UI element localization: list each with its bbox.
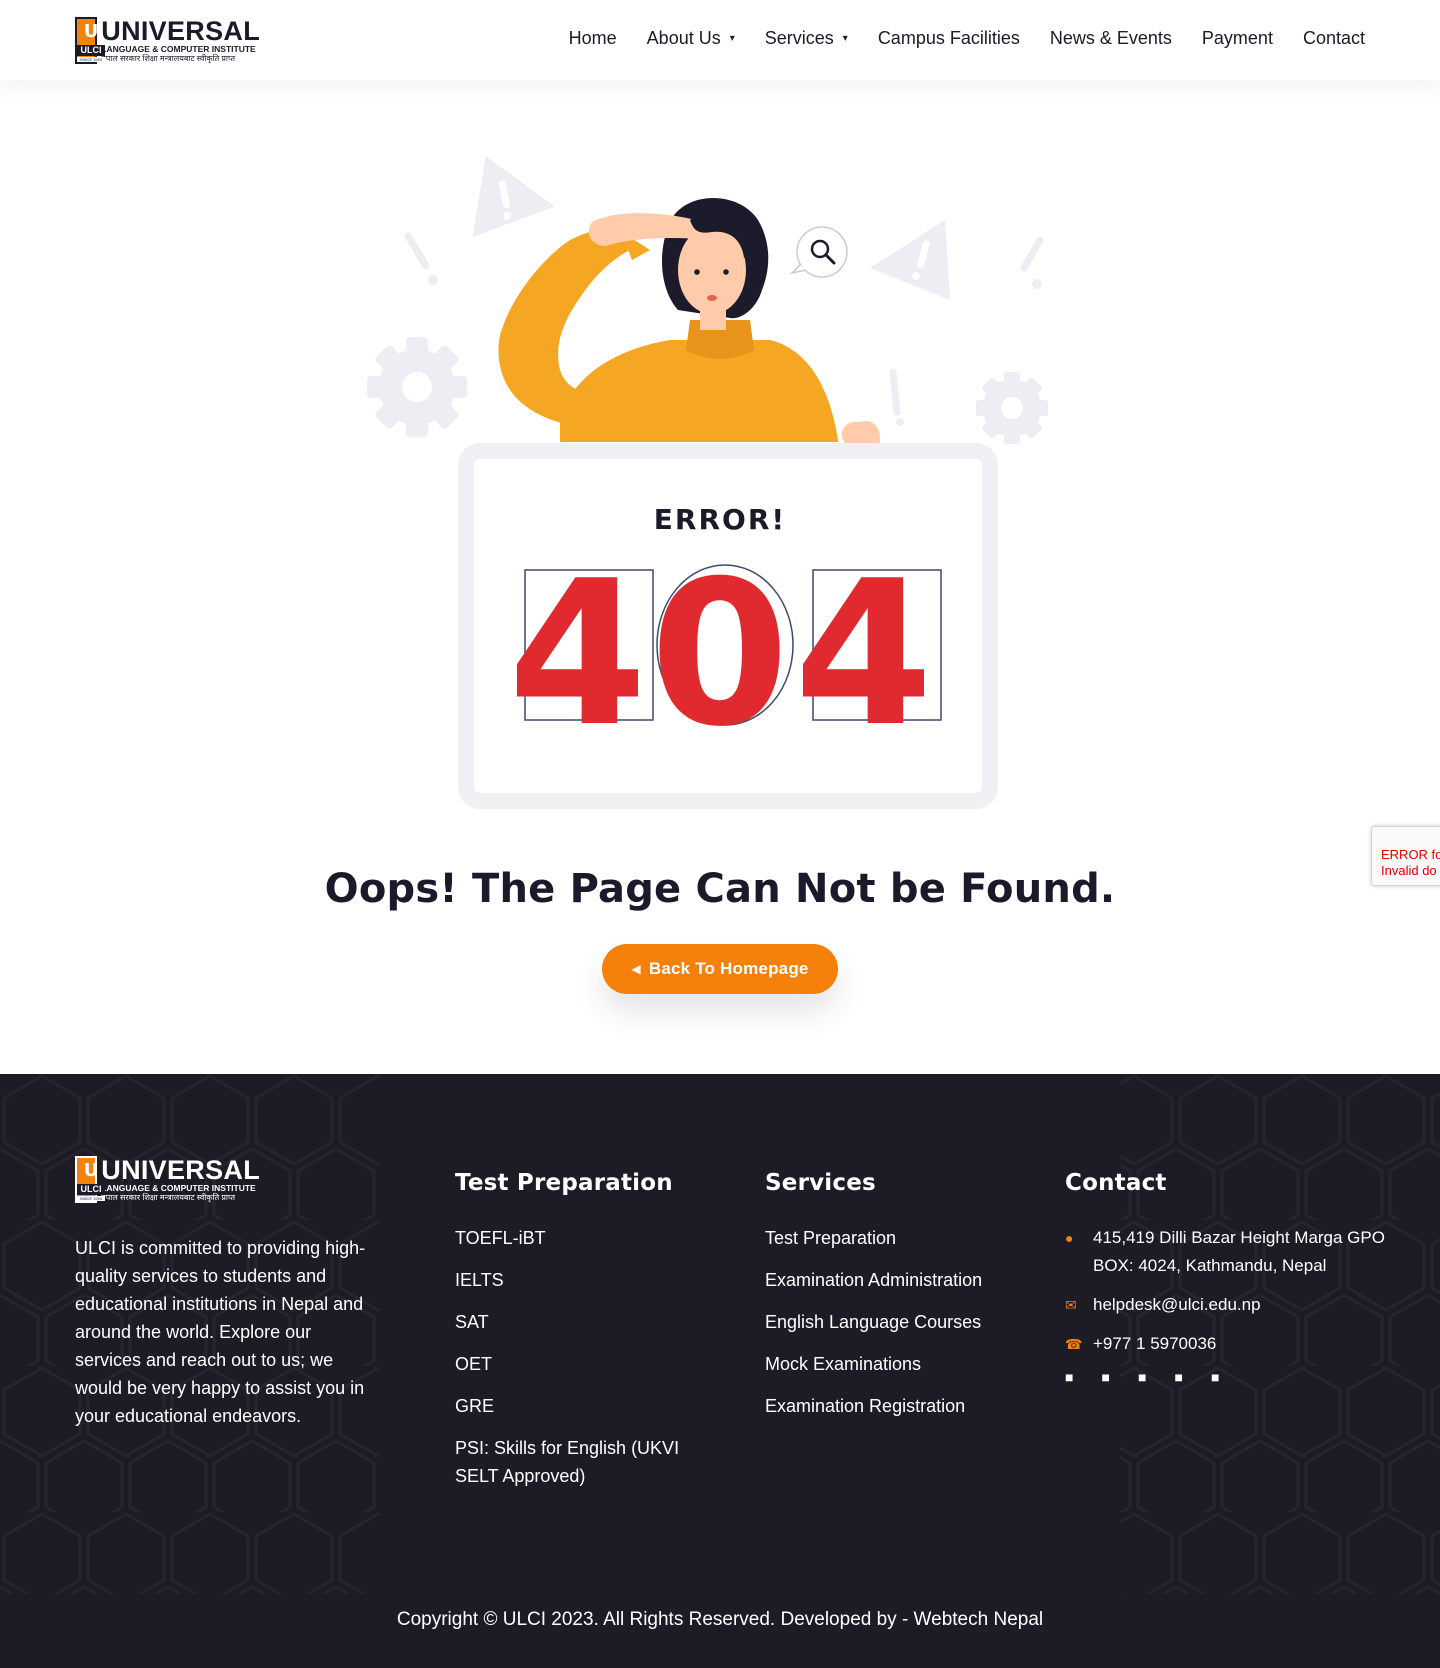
search-icon xyxy=(789,226,848,278)
logo-since: SINCE 1994 xyxy=(77,57,105,62)
contact-email-text[interactable]: helpdesk@ulci.edu.np xyxy=(1093,1291,1261,1319)
nav-label: Home xyxy=(568,28,617,48)
footer-link-examination-registration[interactable]: Examination Registration xyxy=(765,1392,1025,1420)
twitter-icon[interactable]: ■ xyxy=(1102,1369,1139,1385)
map-pin-icon: ● xyxy=(1065,1230,1074,1246)
recaptcha-error-line: ERROR fo xyxy=(1381,847,1440,862)
page-title: Oops! The Page Can Not be Found. xyxy=(324,866,1116,912)
contact-phone[interactable]: ☎ +977 1 5970036 xyxy=(1065,1330,1385,1358)
footer-column-title: Test Preparation xyxy=(455,1170,673,1196)
nav-campus-facilities[interactable]: Campus Facilities xyxy=(878,28,1020,49)
nav-services[interactable]: Services ▾ xyxy=(765,28,848,49)
nav-news-events[interactable]: News & Events xyxy=(1050,28,1172,49)
logo-badge-text: ULCI xyxy=(77,1184,105,1195)
site-header: U ULCI SINCE 1994 UNIVERSAL LANGUAGE & C… xyxy=(0,0,1440,80)
footer-about-text: ULCI is committed to providing high-qual… xyxy=(75,1238,366,1426)
nav-payment[interactable]: Payment xyxy=(1202,28,1273,49)
recaptcha-widget[interactable]: ERROR fo Invalid do xyxy=(1371,826,1440,886)
main-nav: Home About Us ▾ Services ▾ Campus Faciliti… xyxy=(539,28,1365,49)
phone-icon: ☎ xyxy=(1065,1336,1083,1352)
facebook-icon[interactable]: ■ xyxy=(1065,1369,1102,1385)
chevron-down-icon: ▾ xyxy=(729,33,735,44)
contact-address-text: 415,419 Dilli Bazar Height Marga GPO BOX… xyxy=(1093,1228,1385,1275)
contact-phone-text[interactable]: +977 1 5970036 xyxy=(1093,1330,1216,1358)
logo-badge: U ULCI SINCE 1994 xyxy=(75,1156,105,1203)
site-footer: U ULCI SINCE 1994 UNIVERSAL LANGUAGE & C… xyxy=(0,1074,1440,1668)
logo-badge-letter: U xyxy=(83,1160,99,1181)
chevron-down-icon: ▾ xyxy=(842,33,848,44)
footer-services: Services Test Preparation Examination Ad… xyxy=(765,1170,1025,1434)
error-code-404: 4 0 4 xyxy=(510,555,942,735)
nav-about-us[interactable]: About Us ▾ xyxy=(647,28,735,49)
contact-email[interactable]: ✉ helpdesk@ulci.edu.np xyxy=(1065,1291,1385,1319)
logo-badge: U ULCI SINCE 1994 xyxy=(75,17,105,64)
footer-link-examination-administration[interactable]: Examination Administration xyxy=(765,1266,1025,1294)
logo-name: UNIVERSAL xyxy=(101,1154,260,1185)
error-digit: 4 xyxy=(794,555,933,735)
nav-label: About Us xyxy=(646,28,721,48)
nav-label: News & Events xyxy=(1049,28,1172,48)
back-to-homepage-button[interactable]: ◀ Back To Homepage xyxy=(602,944,838,994)
footer-link-test-preparation[interactable]: Test Preparation xyxy=(765,1224,1025,1252)
social-links: ■ ■ ■ ■ ■ xyxy=(1065,1369,1385,1385)
arrow-left-icon: ◀ xyxy=(631,962,641,976)
footer-column-title: Services xyxy=(765,1170,876,1196)
nav-label: Campus Facilities xyxy=(877,28,1020,48)
copyright-text: Copyright © ULCI 2023. All Rights Reserv… xyxy=(396,1609,1044,1630)
footer-link-psi[interactable]: PSI: Skills for English (UKVI SELT Appro… xyxy=(455,1434,685,1490)
footer-link-ielts[interactable]: IELTS xyxy=(455,1266,685,1294)
gear-icon xyxy=(976,372,1048,444)
gear-icon xyxy=(367,337,467,437)
footer-link-toefl[interactable]: TOEFL-iBT xyxy=(455,1224,685,1252)
logo-badge-letter: U xyxy=(83,21,99,42)
site-logo[interactable]: U ULCI SINCE 1994 UNIVERSAL LANGUAGE & C… xyxy=(75,17,260,64)
button-label: Back To Homepage xyxy=(648,959,809,978)
nav-label: Services xyxy=(764,28,834,48)
footer-link-sat[interactable]: SAT xyxy=(455,1308,685,1336)
footer-contact: Contact ● 415,419 Dilli Bazar Height Mar… xyxy=(1065,1170,1385,1385)
error-digit: 0 xyxy=(650,555,789,735)
error-label: ERROR! xyxy=(653,503,787,536)
logo-subtitle: LANGUAGE & COMPUTER INSTITUTE xyxy=(101,43,256,54)
nav-label: Payment xyxy=(1201,28,1273,48)
logo-since: SINCE 1994 xyxy=(77,1196,105,1201)
youtube-icon[interactable]: ■ xyxy=(1211,1369,1248,1385)
footer-column-title: Contact xyxy=(1065,1170,1167,1196)
logo-nepali: नेपाल सरकार शिक्षा मन्त्रालयबाट स्वीकृति… xyxy=(101,53,236,63)
envelope-icon: ✉ xyxy=(1065,1297,1077,1313)
contact-address: ● 415,419 Dilli Bazar Height Marga GPO B… xyxy=(1065,1224,1385,1280)
logo-badge-text: ULCI xyxy=(77,45,105,56)
footer-logo[interactable]: U ULCI SINCE 1994 UNIVERSAL LANGUAGE & C… xyxy=(75,1156,260,1203)
linkedin-icon[interactable]: ■ xyxy=(1175,1369,1212,1385)
recaptcha-error-line: Invalid do xyxy=(1381,863,1437,878)
logo-text: UNIVERSAL LANGUAGE & COMPUTER INSTITUTE … xyxy=(101,1154,260,1203)
nav-contact[interactable]: Contact xyxy=(1303,28,1365,49)
instagram-icon[interactable]: ■ xyxy=(1138,1369,1175,1385)
error-digit: 4 xyxy=(510,555,647,735)
logo-nepali: नेपाल सरकार शिक्षा मन्त्रालयबाट स्वीकृति… xyxy=(101,1192,236,1202)
footer-link-gre[interactable]: GRE xyxy=(455,1392,685,1420)
footer-link-mock-examinations[interactable]: Mock Examinations xyxy=(765,1350,1025,1378)
logo-text: UNIVERSAL LANGUAGE & COMPUTER INSTITUTE … xyxy=(101,15,260,64)
logo-subtitle: LANGUAGE & COMPUTER INSTITUTE xyxy=(101,1182,256,1193)
footer-link-english-language-courses[interactable]: English Language Courses xyxy=(765,1308,1025,1336)
logo-name: UNIVERSAL xyxy=(101,15,260,46)
nav-label: Contact xyxy=(1302,28,1365,48)
footer-test-preparation: Test Preparation TOEFL-iBT IELTS SAT OET… xyxy=(455,1170,685,1504)
nav-home[interactable]: Home xyxy=(569,28,617,49)
footer-link-oet[interactable]: OET xyxy=(455,1350,685,1378)
